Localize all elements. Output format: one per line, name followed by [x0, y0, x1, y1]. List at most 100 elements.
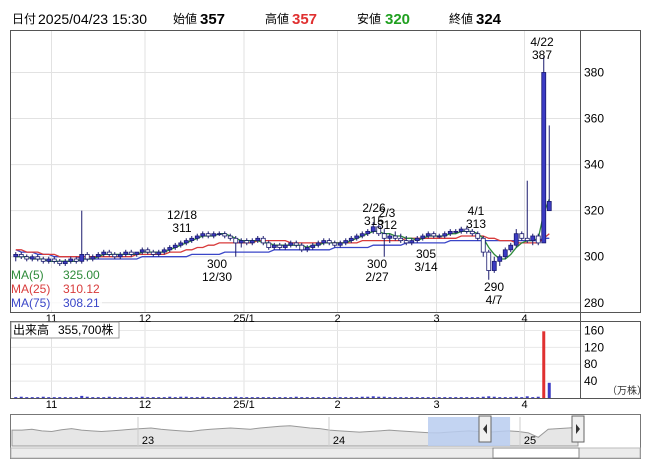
candle-body	[337, 242, 343, 246]
month-tick-label: 2	[334, 313, 340, 325]
volume-bar	[91, 397, 95, 399]
volume-bar	[377, 396, 381, 398]
volume-month-tick-label: 2	[334, 399, 340, 411]
annotation-label: 313	[466, 217, 486, 231]
candle-body	[535, 235, 541, 244]
volume-bar	[157, 397, 161, 399]
volume-month-tick-label: 11	[46, 399, 57, 411]
volume-bar	[443, 397, 447, 399]
candle-body	[29, 256, 35, 260]
volume-bar	[41, 396, 45, 398]
month-tick-label: 12	[139, 313, 151, 325]
candle-body	[453, 230, 459, 233]
candle-body	[491, 260, 497, 271]
ma5-legend-row: MA(5) 325.00	[11, 268, 100, 282]
volume-bar	[503, 397, 507, 399]
volume-bar	[168, 396, 172, 398]
volume-bar	[531, 397, 535, 399]
price-tick-label: 380	[584, 65, 604, 79]
candle-body	[458, 228, 464, 232]
volume-bar	[404, 397, 408, 399]
annotation-label: 300	[367, 257, 387, 271]
volume-unit-label: （万株）	[607, 384, 647, 397]
volume-value: 355,700株	[58, 322, 113, 337]
candle-body	[530, 235, 536, 241]
stock-chart-widget: 日付 2025/04/23 15:30 始値 357 高値 357 安値 320…	[0, 0, 653, 470]
volume-bar	[421, 397, 425, 399]
volume-y-ticks: 40 80 120 160	[584, 323, 604, 388]
volume-bar	[333, 397, 337, 399]
candle-body	[425, 233, 431, 237]
annotation-label: 12/18	[167, 208, 197, 222]
candle-body	[365, 230, 371, 235]
volume-bar	[212, 397, 216, 399]
candle-body	[79, 254, 85, 262]
annotation-label: 311	[172, 221, 191, 235]
chart-canvas: 12/1831130012/302/263152/33123002/273053…	[10, 30, 647, 459]
navigator-selection[interactable]	[428, 417, 511, 446]
price-gridlines	[11, 31, 580, 398]
candle-body	[277, 244, 283, 248]
ma-legend: MA(5) 325.00 MA(25) 310.12 MA(75) 308.21	[11, 268, 102, 310]
volume-bar	[520, 397, 524, 399]
annotation-label: 4/7	[486, 293, 503, 307]
volume-bar	[410, 397, 414, 399]
candle-body	[35, 256, 41, 260]
volume-bar	[250, 397, 254, 399]
navigator-scrollbar-thumb[interactable]	[492, 447, 580, 459]
candle-body	[387, 235, 393, 239]
volume-bar	[102, 397, 106, 399]
ma25-legend-value: 310.12	[63, 282, 100, 296]
candle-body	[326, 240, 332, 244]
candle-body	[106, 251, 112, 255]
volume-bar	[399, 397, 403, 399]
candle-body	[156, 251, 162, 255]
price-y-ticks: 280 300 320 340 360 380	[584, 65, 604, 309]
volume-bar	[124, 397, 128, 399]
candle-body	[134, 251, 140, 255]
volume-bar	[327, 397, 331, 399]
candle-body	[68, 258, 74, 262]
price-tick-label: 360	[584, 112, 604, 126]
volume-month-tick-label: 3	[433, 399, 439, 411]
volume-bar	[344, 397, 348, 399]
navigator-year-label: 25	[524, 435, 536, 447]
candle-body	[497, 256, 503, 262]
annotation-label: 312	[377, 218, 397, 232]
candle-body	[403, 240, 409, 244]
volume-bar	[388, 397, 392, 399]
volume-bar	[135, 397, 139, 399]
volume-tick-label: 160	[584, 323, 604, 337]
volume-bar	[536, 396, 540, 398]
candle-body	[354, 235, 360, 239]
volume-bar	[14, 397, 18, 399]
candle-body	[508, 244, 514, 251]
volume-bar	[36, 397, 40, 399]
volume-bar	[151, 397, 155, 399]
volume-bar	[393, 397, 397, 399]
volume-bar	[289, 397, 293, 399]
volume-bar	[223, 397, 227, 399]
annotation-label: 12/30	[202, 270, 232, 284]
volume-bar	[547, 382, 551, 398]
volume-month-ticks: 11 12 25/1 2 3 4	[46, 399, 528, 411]
candle-body	[95, 254, 101, 258]
candle-body	[420, 235, 426, 239]
volume-tick-label: 120	[584, 340, 604, 354]
volume-bar	[201, 396, 205, 398]
candle-body	[40, 258, 46, 262]
volume-bar	[294, 396, 298, 398]
candle-body	[73, 258, 79, 262]
candle-body	[271, 244, 277, 248]
candle-body	[24, 256, 30, 260]
candle-body	[260, 237, 266, 244]
price-tick-label: 340	[584, 158, 604, 172]
navigator-right-handle[interactable]	[571, 415, 585, 443]
candle-body	[332, 242, 338, 246]
volume-bar	[349, 397, 353, 399]
candle-body	[112, 254, 118, 258]
volume-bar	[481, 396, 485, 398]
volume-bar	[371, 396, 375, 398]
navigator-left-handle[interactable]	[478, 415, 492, 443]
volume-bar	[426, 397, 430, 399]
